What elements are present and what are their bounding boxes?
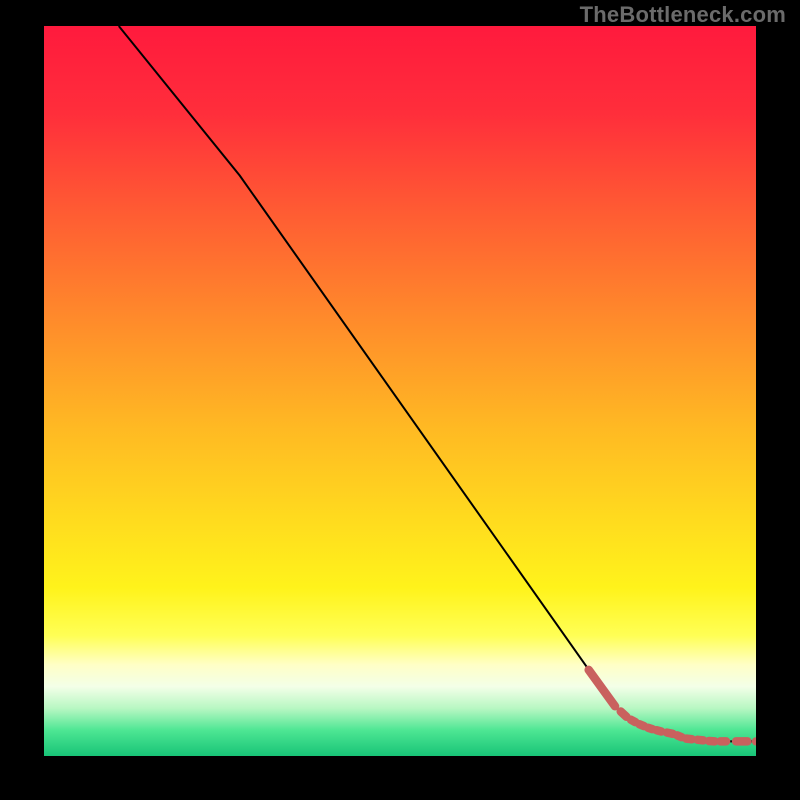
plot-area: [44, 26, 756, 756]
chart-layers: [44, 26, 756, 756]
bottleneck-curve: [119, 26, 756, 741]
highlighted-tail: [589, 670, 756, 746]
watermark-text: TheBottleneck.com: [580, 2, 786, 28]
chart-frame: TheBottleneck.com: [0, 0, 800, 800]
